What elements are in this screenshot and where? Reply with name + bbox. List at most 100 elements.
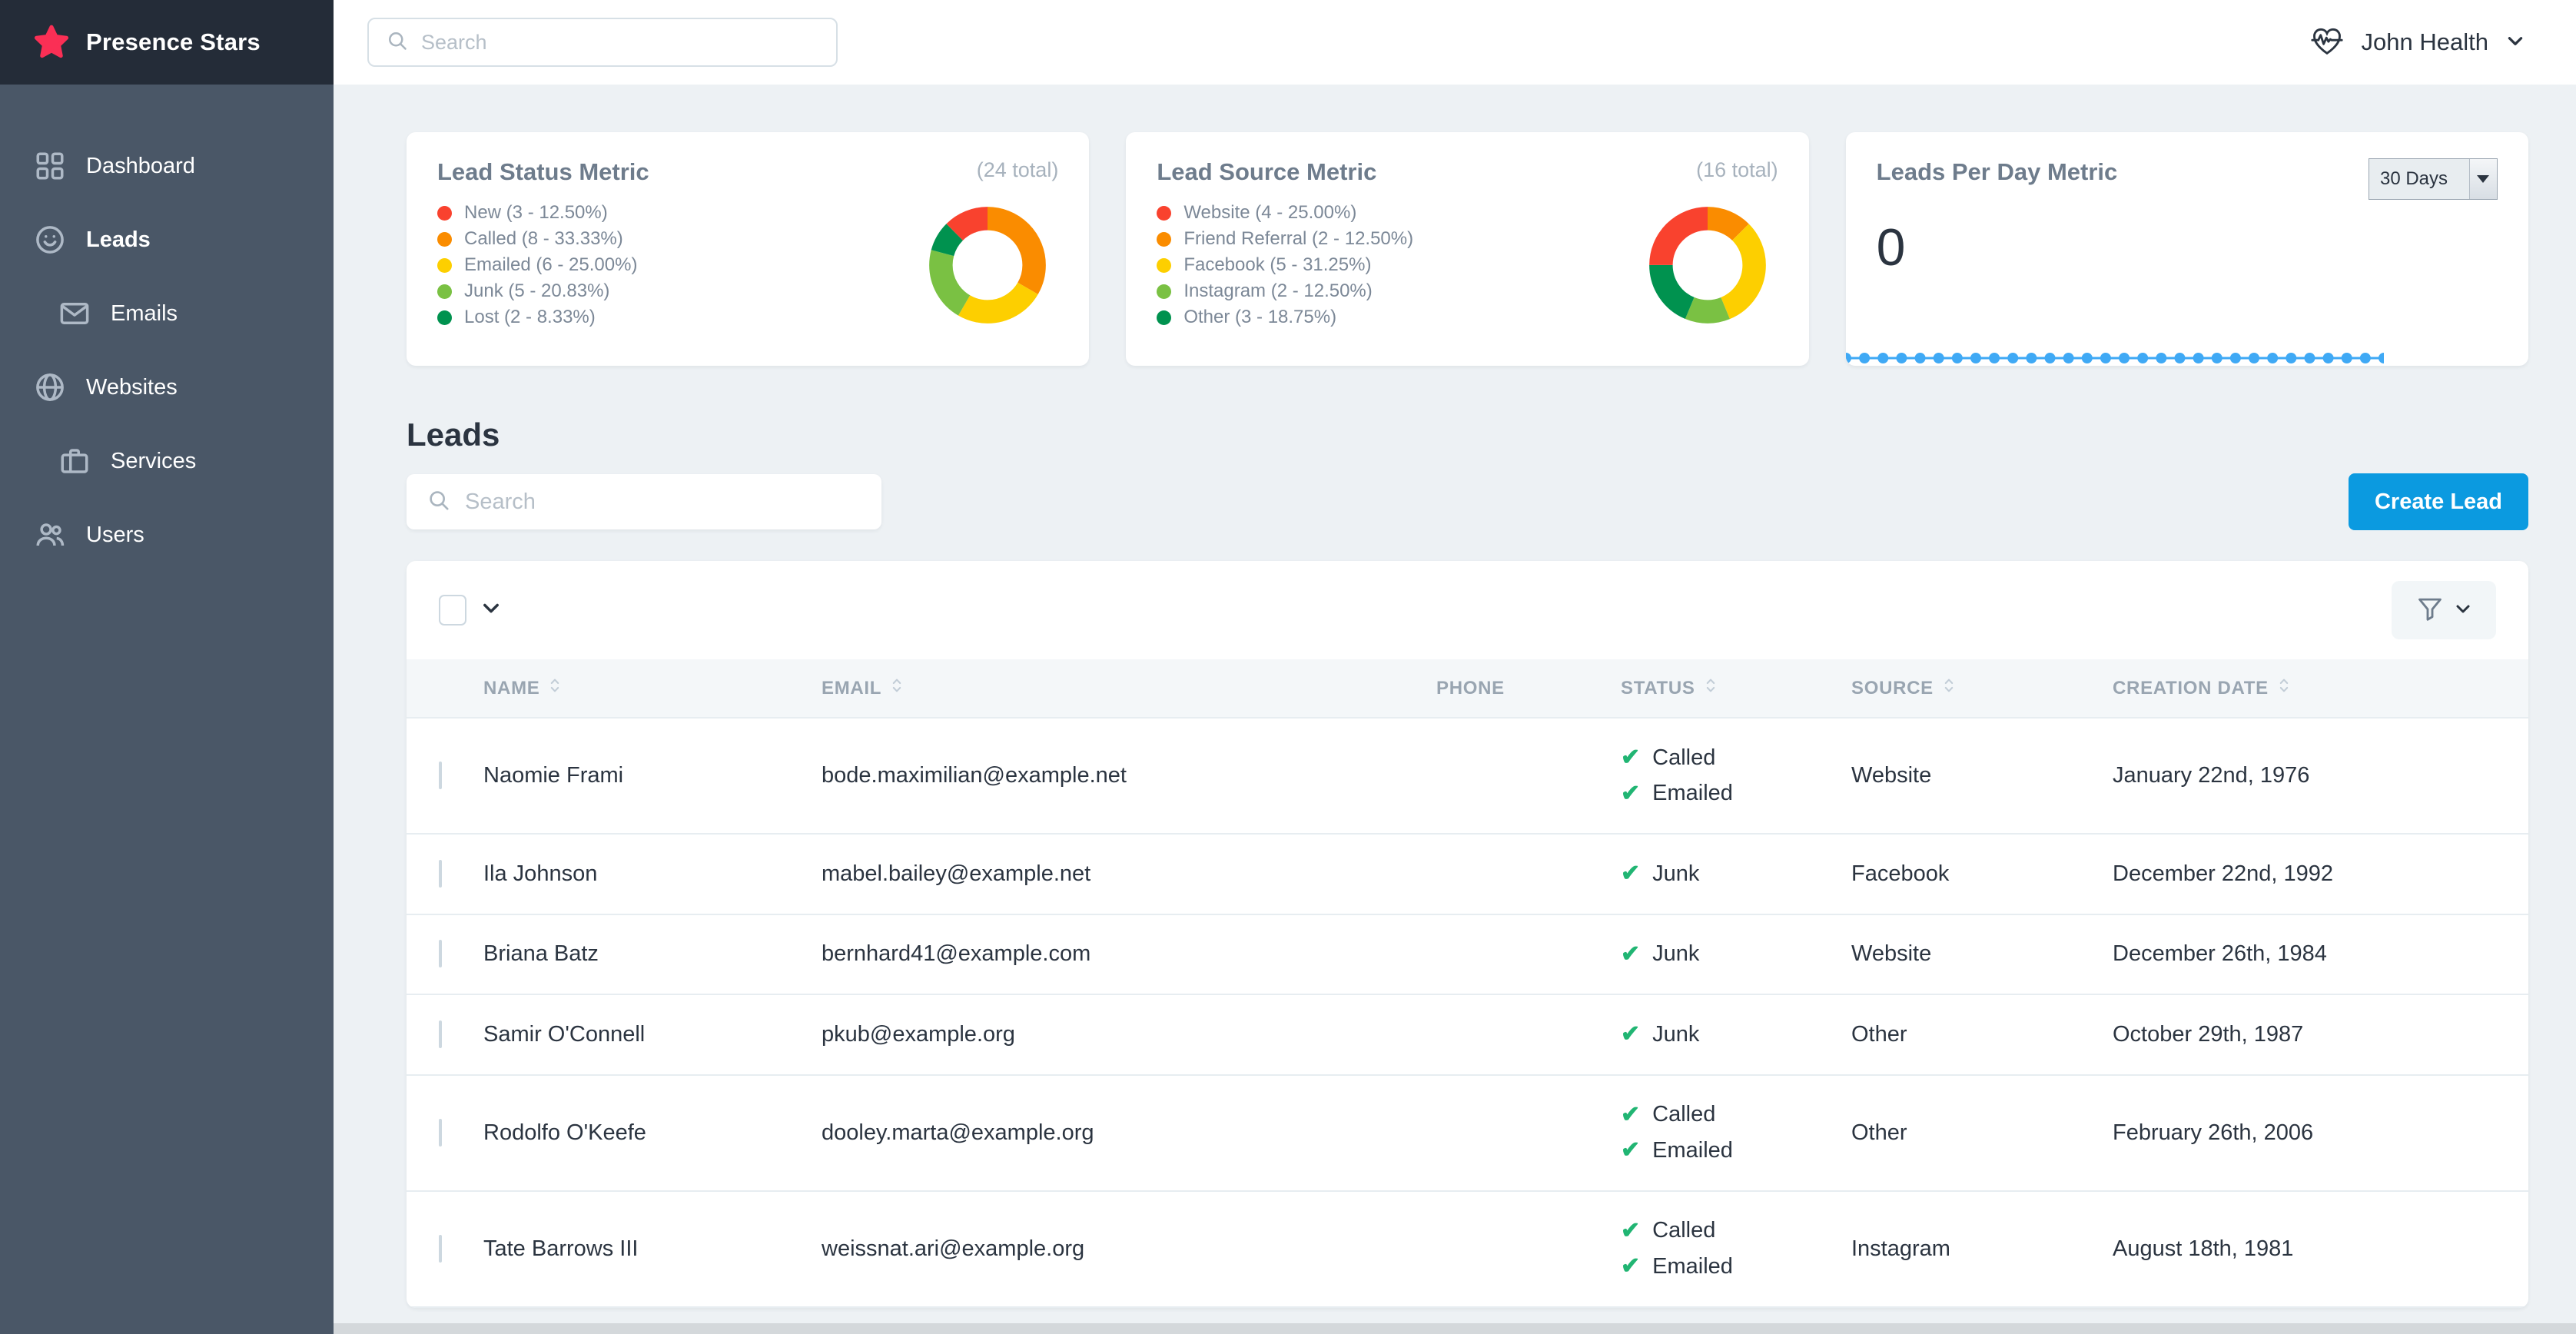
main-area: John Health Lead Status Metric (24 total… (334, 0, 2576, 1334)
table-actions-bar (407, 561, 2528, 659)
line-marker (2026, 353, 2037, 363)
briefcase-icon (58, 445, 91, 477)
row-checkbox-cell (407, 994, 483, 1075)
legend-label: Called (8 - 33.33%) (464, 226, 623, 252)
legend-item: Website (4 - 25.00%) (1157, 200, 1413, 226)
table-row[interactable]: Tate Barrows IIIweissnat.ari@example.org… (407, 1191, 2528, 1307)
sidebar-item-users[interactable]: Users (0, 498, 334, 572)
table-row[interactable]: Rodolfo O'Keefedooley.marta@example.org✔… (407, 1075, 2528, 1191)
sidebar-item-leads[interactable]: Leads (0, 203, 334, 277)
cell-phone (1436, 718, 1621, 834)
select-all-checkbox[interactable] (439, 595, 466, 626)
create-lead-button[interactable]: Create Lead (2349, 473, 2528, 530)
cell-phone (1436, 994, 1621, 1075)
cell-name: Samir O'Connell (483, 994, 822, 1075)
line-marker (2174, 353, 2185, 363)
th-label: SOURCE (1851, 678, 1934, 699)
th-status[interactable]: STATUS (1621, 659, 1851, 718)
row-checkbox-cell (407, 914, 483, 995)
table-row[interactable]: Briana Batzbernhard41@example.com✔JunkWe… (407, 914, 2528, 995)
th-creation-date[interactable]: CREATION DATE (2113, 659, 2528, 718)
card-header: Lead Source Metric (16 total) (1157, 158, 1778, 186)
cell-creation-date: December 26th, 1984 (2113, 914, 2528, 995)
horizontal-scrollbar[interactable] (334, 1323, 2576, 1334)
cell-source: Website (1851, 718, 2113, 834)
table-row[interactable]: Naomie Framibode.maximilian@example.net✔… (407, 718, 2528, 834)
metric-cards: Lead Status Metric (24 total) New (3 - 1… (407, 132, 2528, 366)
brand-header[interactable]: Presence Stars (0, 0, 334, 85)
check-icon: ✔ (1621, 937, 1640, 973)
cell-phone (1436, 834, 1621, 914)
legend: New (3 - 12.50%) Called (8 - 33.33%) Ema… (437, 200, 637, 330)
page-content: Lead Status Metric (24 total) New (3 - 1… (334, 85, 2576, 1334)
status-badge: ✔Called (1621, 1213, 1851, 1249)
th-email[interactable]: EMAIL (822, 659, 1436, 718)
sort-icon[interactable] (1705, 676, 1717, 700)
topbar: John Health (334, 0, 2576, 85)
cell-email: bode.maximilian@example.net (822, 718, 1436, 834)
row-checkbox-cell (407, 1191, 483, 1307)
status-label: Called (1652, 1097, 1715, 1132)
leads-search-input[interactable] (465, 489, 861, 515)
lead-status-metric-card: Lead Status Metric (24 total) New (3 - 1… (407, 132, 1089, 366)
cell-name: Briana Batz (483, 914, 822, 995)
global-search[interactable] (367, 18, 838, 67)
table-row[interactable]: Ila Johnsonmabel.bailey@example.net✔Junk… (407, 834, 2528, 914)
legend-item: Called (8 - 33.33%) (437, 226, 637, 252)
sort-icon[interactable] (549, 676, 561, 700)
sort-icon[interactable] (891, 676, 903, 700)
th-label: CREATION DATE (2113, 678, 2269, 699)
table-body: Naomie Framibode.maximilian@example.net✔… (407, 718, 2528, 1307)
sidebar-item-services[interactable]: Services (0, 424, 334, 498)
sort-icon[interactable] (2278, 676, 2290, 700)
cell-email: bernhard41@example.com (822, 914, 1436, 995)
row-checkbox[interactable] (439, 1119, 442, 1147)
search-input[interactable] (421, 31, 819, 55)
legend-swatch (1157, 232, 1171, 247)
row-checkbox[interactable] (439, 1235, 442, 1263)
grid-icon (34, 150, 66, 182)
leads-search[interactable] (407, 474, 881, 529)
sidebar-item-dashboard[interactable]: Dashboard (0, 129, 334, 203)
line-marker (1914, 353, 1925, 363)
row-checkbox[interactable] (439, 860, 442, 888)
date-range-select[interactable]: 30 Days (2369, 158, 2498, 200)
card-total: (16 total) (1696, 158, 1778, 182)
check-icon: ✔ (1621, 856, 1640, 892)
card-title: Leads Per Day Metric (1877, 158, 2118, 186)
row-checkbox[interactable] (439, 762, 442, 789)
card-body: Website (4 - 25.00%) Friend Referral (2 … (1157, 200, 1778, 330)
bulk-actions-chevron-down-icon[interactable] (480, 597, 502, 624)
cell-creation-date: January 22nd, 1976 (2113, 718, 2528, 834)
legend-item: Facebook (5 - 31.25%) (1157, 252, 1413, 278)
smiley-icon (34, 224, 66, 256)
status-badge: ✔Emailed (1621, 1249, 1851, 1285)
chevron-down-icon[interactable] (2469, 159, 2497, 199)
legend-swatch (437, 232, 452, 247)
cell-email: mabel.bailey@example.net (822, 834, 1436, 914)
sidebar-item-emails[interactable]: Emails (0, 277, 334, 350)
status-label: Emailed (1652, 1133, 1733, 1168)
cell-phone (1436, 1075, 1621, 1191)
th-source[interactable]: SOURCE (1851, 659, 2113, 718)
cell-source: Other (1851, 1075, 2113, 1191)
legend-item: Friend Referral (2 - 12.50%) (1157, 226, 1413, 252)
star-icon (34, 25, 69, 60)
legend-label: Emailed (6 - 25.00%) (464, 252, 637, 278)
cell-source: Facebook (1851, 834, 2113, 914)
cell-source: Website (1851, 914, 2113, 995)
user-menu[interactable]: John Health (2309, 23, 2542, 62)
sort-icon[interactable] (1943, 676, 1955, 700)
line-marker (2304, 353, 2315, 363)
table-row[interactable]: Samir O'Connellpkub@example.org✔JunkOthe… (407, 994, 2528, 1075)
legend-item: Lost (2 - 8.33%) (437, 304, 637, 330)
cell-creation-date: December 22nd, 1992 (2113, 834, 2528, 914)
filter-button[interactable] (2392, 581, 2496, 639)
row-checkbox[interactable] (439, 940, 442, 967)
sidebar-item-websites[interactable]: Websites (0, 350, 334, 424)
card-title: Lead Source Metric (1157, 158, 1376, 186)
th-name[interactable]: NAME (483, 659, 822, 718)
card-header: Leads Per Day Metric 30 Days (1877, 158, 2498, 200)
status-label: Junk (1652, 857, 1699, 891)
row-checkbox[interactable] (439, 1020, 442, 1048)
